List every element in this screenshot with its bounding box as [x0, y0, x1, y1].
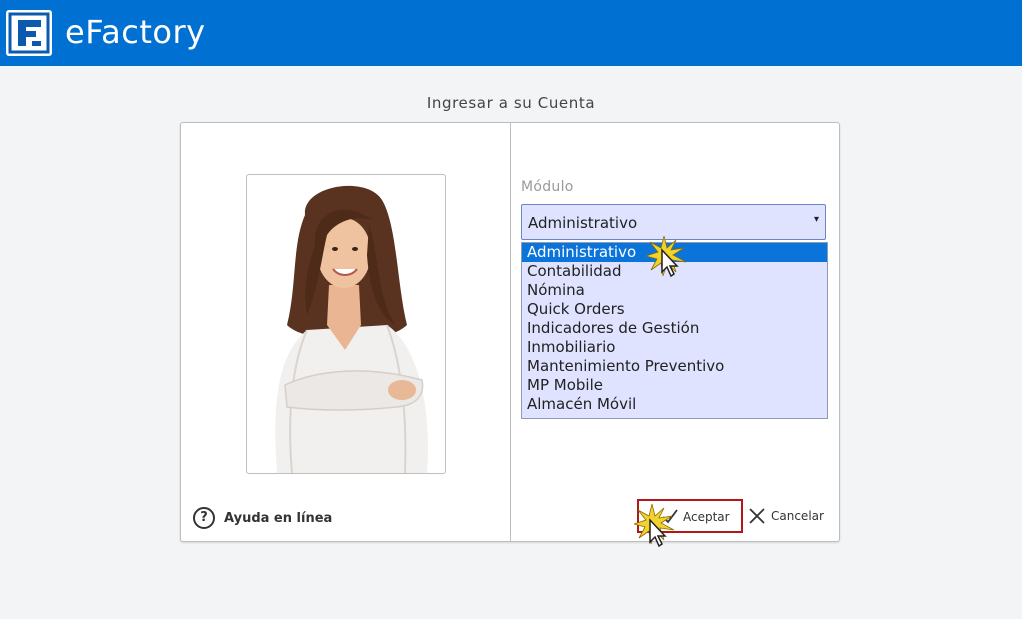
card-divider	[510, 123, 511, 541]
module-option-indicadores[interactable]: Indicadores de Gestión	[522, 319, 827, 338]
accept-label: Aceptar	[683, 510, 730, 524]
module-option-quick-orders[interactable]: Quick Orders	[522, 300, 827, 319]
module-option-almacen-movil[interactable]: Almacén Móvil	[522, 395, 827, 414]
close-icon	[749, 508, 765, 524]
module-option-mantenimiento[interactable]: Mantenimiento Preventivo	[522, 357, 827, 376]
module-label: Módulo	[521, 179, 574, 195]
module-option-inmobiliario[interactable]: Inmobiliario	[522, 338, 827, 357]
login-title: Ingresar a su Cuenta	[426, 94, 596, 112]
check-icon	[662, 509, 678, 524]
help-online-link[interactable]: ? Ayuda en línea	[193, 507, 332, 529]
user-photo	[246, 174, 446, 474]
accept-button[interactable]: Aceptar	[637, 499, 743, 533]
login-card: ? Ayuda en línea Módulo Administrativo ▾…	[180, 122, 840, 542]
app-header: eFactory	[0, 0, 1022, 66]
module-option-mp-mobile[interactable]: MP Mobile	[522, 376, 827, 395]
module-option-nomina[interactable]: Nómina	[522, 281, 827, 300]
help-label: Ayuda en línea	[224, 510, 333, 526]
module-options-list: Administrativo Contabilidad Nómina Quick…	[521, 242, 828, 419]
chevron-down-icon: ▾	[813, 214, 819, 225]
help-icon: ?	[193, 507, 215, 529]
efactory-logo-icon	[6, 10, 52, 56]
module-select-value: Administrativo	[528, 214, 638, 232]
module-option-administrativo[interactable]: Administrativo	[522, 243, 827, 262]
cancel-label: Cancelar	[771, 509, 824, 523]
module-option-contabilidad[interactable]: Contabilidad	[522, 262, 827, 281]
app-title: eFactory	[65, 13, 206, 51]
module-select[interactable]: Administrativo ▾	[521, 204, 826, 240]
